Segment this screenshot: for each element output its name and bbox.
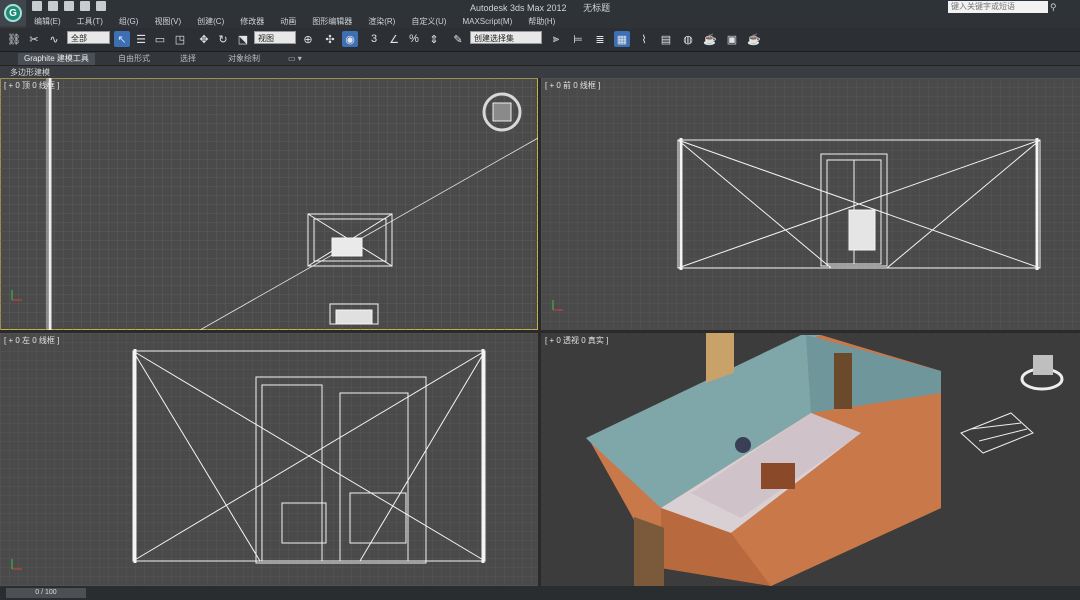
- search-input[interactable]: 键入关键字或短语: [948, 1, 1048, 13]
- viewport-perspective-canvas: [586, 333, 1064, 586]
- menu-group[interactable]: 组(G): [111, 16, 147, 27]
- unlink-icon[interactable]: ✂: [26, 31, 42, 47]
- keyboard-shortcut-override-icon[interactable]: ◉: [342, 31, 358, 47]
- select-manipulate-icon[interactable]: ✣: [322, 31, 338, 47]
- ribbon-options-icon[interactable]: ▭ ▾: [282, 53, 308, 65]
- menu-bar: 编辑(E) 工具(T) 组(G) 视图(V) 创建(C) 修改器 动画 图形编辑…: [26, 14, 1080, 28]
- schematic-view-icon[interactable]: ▤: [658, 31, 674, 47]
- angle-snap-icon[interactable]: ∠: [386, 31, 402, 47]
- rectangular-selection-icon[interactable]: ▭: [152, 31, 168, 47]
- menu-animation[interactable]: 动画: [272, 16, 304, 27]
- redo-icon[interactable]: [96, 1, 106, 11]
- align-icon[interactable]: ⊨: [570, 31, 586, 47]
- select-object-icon[interactable]: ↖: [114, 31, 130, 47]
- layer-manager-icon[interactable]: ≣: [592, 31, 608, 47]
- title-bar: Autodesk 3ds Max 2012 无标题 键入关键字或短语 ⚲: [0, 0, 1080, 14]
- percent-snap-icon[interactable]: %: [406, 31, 422, 47]
- menu-views[interactable]: 视图(V): [146, 16, 189, 27]
- polygon-modeling-label[interactable]: 多边形建模: [10, 68, 50, 77]
- mirror-icon[interactable]: ⫸: [548, 31, 564, 47]
- time-slider[interactable]: 0 / 100: [0, 586, 1080, 600]
- new-file-icon[interactable]: [32, 1, 42, 11]
- material-editor-icon[interactable]: ◍: [680, 31, 696, 47]
- render-production-icon[interactable]: ☕: [746, 31, 762, 47]
- window-crossing-icon[interactable]: ◳: [172, 31, 188, 47]
- open-file-icon[interactable]: [48, 1, 58, 11]
- edit-named-selection-icon[interactable]: ✎: [450, 31, 466, 47]
- application-button[interactable]: G: [0, 0, 26, 26]
- render-setup-icon[interactable]: ☕: [702, 31, 718, 47]
- move-icon[interactable]: ✥: [196, 31, 212, 47]
- bind-space-warp-icon[interactable]: ∿: [46, 31, 62, 47]
- window-title-text: Autodesk 3ds Max 2012: [470, 3, 567, 13]
- viewport-top-canvas: [0, 78, 538, 330]
- quick-access-toolbar: [32, 1, 106, 11]
- spinner-snap-icon[interactable]: ⇕: [426, 31, 442, 47]
- app-logo-icon: G: [4, 4, 22, 22]
- tab-selection[interactable]: 选择: [174, 53, 202, 65]
- menu-customize[interactable]: 自定义(U): [403, 16, 454, 27]
- link-icon[interactable]: ⛓: [6, 31, 22, 47]
- tab-object-paint[interactable]: 对象绘制: [222, 53, 266, 65]
- main-toolbar: ⛓ ✂ ∿ 全部 ↖ ☰ ▭ ◳ ✥ ↻ ⬔ 视图 ⊕ ✣ ◉ 3 ∠ % ⇕ …: [0, 28, 1080, 52]
- named-selection-dropdown[interactable]: 创建选择集: [470, 31, 542, 44]
- window-title: Autodesk 3ds Max 2012 无标题: [470, 1, 610, 14]
- menu-create[interactable]: 创建(C): [189, 16, 232, 27]
- snaps-toggle-icon[interactable]: 3: [366, 31, 382, 47]
- viewport-divider-horizontal[interactable]: [0, 330, 1080, 333]
- graphite-toggle-icon[interactable]: ▦: [614, 31, 630, 47]
- save-icon[interactable]: [64, 1, 74, 11]
- selection-filter-dropdown[interactable]: 全部: [67, 31, 110, 44]
- viewport-front[interactable]: [ + 0 前 0 线框 ]: [541, 78, 1080, 330]
- rendered-frame-window-icon[interactable]: ▣: [724, 31, 740, 47]
- viewcube-perspective-icon[interactable]: [1020, 355, 1064, 391]
- room-model: [586, 333, 941, 586]
- undo-icon[interactable]: [80, 1, 90, 11]
- menu-modifiers[interactable]: 修改器: [232, 16, 272, 27]
- menu-graph-editors[interactable]: 图形编辑器: [304, 16, 360, 27]
- viewport-top[interactable]: [ + 0 顶 0 线框 ]: [0, 78, 538, 330]
- viewport-top-label[interactable]: [ + 0 顶 0 线框 ]: [4, 80, 59, 91]
- select-by-name-icon[interactable]: ☰: [133, 31, 149, 47]
- reference-coordinate-dropdown[interactable]: 视图: [254, 31, 296, 44]
- viewport-perspective-label[interactable]: [ + 0 透视 0 真实 ]: [545, 335, 608, 346]
- search-icon[interactable]: ⚲: [1050, 2, 1057, 13]
- menu-rendering[interactable]: 渲染(R): [360, 16, 403, 27]
- viewport-perspective[interactable]: [ + 0 透视 0 真实 ]: [541, 333, 1080, 586]
- time-slider-position[interactable]: 0 / 100: [6, 588, 86, 598]
- viewport-front-label[interactable]: [ + 0 前 0 线框 ]: [545, 80, 600, 91]
- pivot-center-icon[interactable]: ⊕: [300, 31, 316, 47]
- menu-maxscript[interactable]: MAXScript(M): [454, 17, 520, 26]
- rotate-icon[interactable]: ↻: [215, 31, 231, 47]
- graphite-ribbon: Graphite 建模工具 自由形式 选择 对象绘制 ▭ ▾: [0, 52, 1080, 66]
- file-name: 无标题: [583, 3, 611, 13]
- tab-freeform[interactable]: 自由形式: [112, 53, 156, 65]
- viewport-left[interactable]: [ + 0 左 0 线框 ]: [0, 333, 538, 586]
- curve-editor-icon[interactable]: ⌇: [636, 31, 652, 47]
- viewport-left-canvas: [0, 333, 538, 586]
- tab-graphite-modeling[interactable]: Graphite 建模工具: [18, 53, 95, 65]
- scale-icon[interactable]: ⬔: [235, 31, 251, 47]
- menu-help[interactable]: 帮助(H): [520, 16, 563, 27]
- menu-tools[interactable]: 工具(T): [69, 16, 111, 27]
- viewport-front-canvas: [541, 78, 1080, 330]
- ribbon-sub-bar: 多边形建模: [0, 66, 1080, 78]
- light-grid-helper-icon: [960, 412, 1034, 454]
- viewport-left-label[interactable]: [ + 0 左 0 线框 ]: [4, 335, 59, 346]
- menu-edit[interactable]: 编辑(E): [26, 16, 69, 27]
